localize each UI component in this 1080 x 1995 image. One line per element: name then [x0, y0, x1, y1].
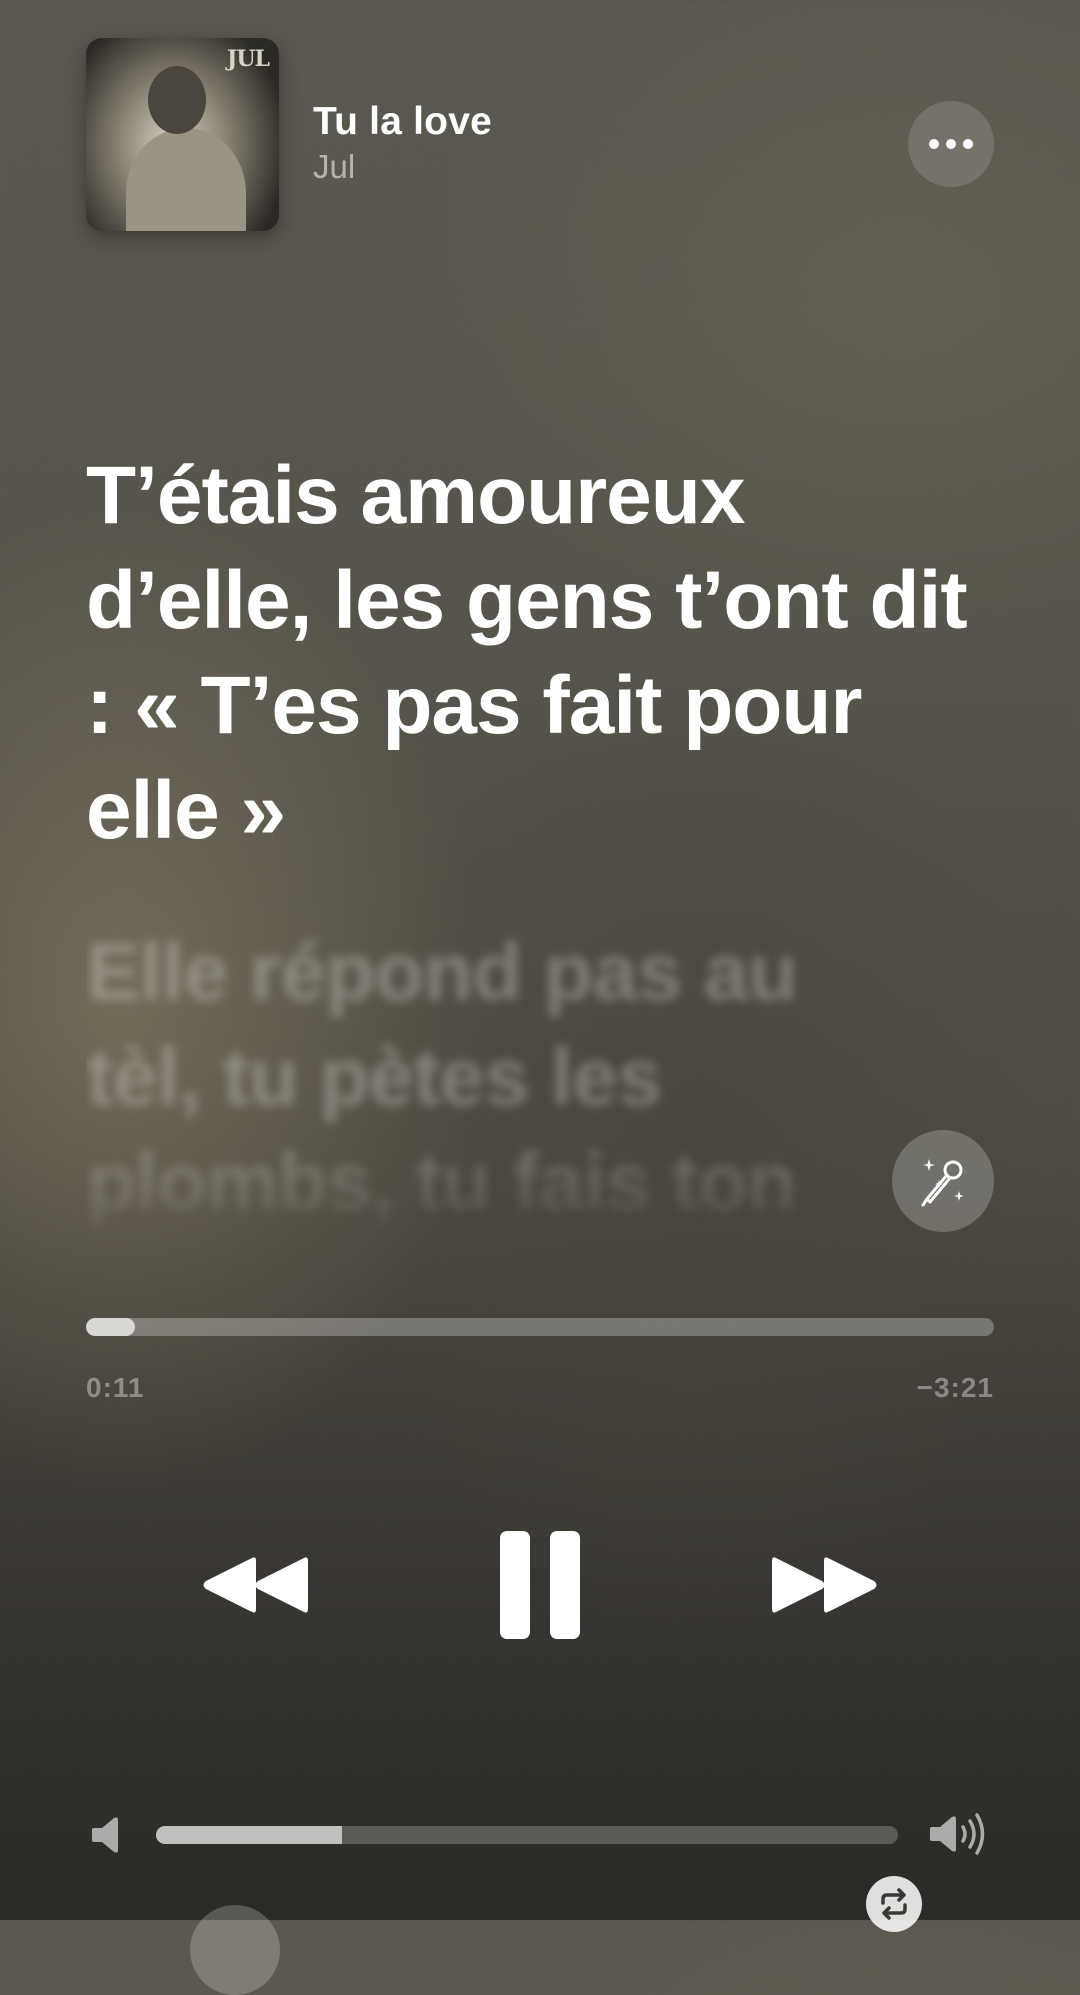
playback-progress-bar[interactable] — [86, 1318, 994, 1336]
ellipsis-icon-dot — [963, 139, 973, 149]
volume-slider[interactable] — [156, 1826, 898, 1844]
repeat-icon — [881, 1888, 907, 1920]
rewind-button[interactable] — [190, 1540, 320, 1630]
repeat-button[interactable] — [866, 1876, 922, 1932]
pause-button[interactable] — [488, 1527, 592, 1643]
speaker-low-icon — [92, 1817, 118, 1853]
song-title[interactable]: Tu la love — [313, 100, 492, 144]
sing-along-button[interactable] — [892, 1130, 994, 1232]
volume-max-button[interactable] — [930, 1812, 990, 1856]
ellipsis-icon — [929, 139, 939, 149]
playback-progress-fill — [86, 1318, 136, 1336]
ellipsis-icon-dot — [946, 139, 956, 149]
artist-name[interactable]: Jul — [313, 148, 355, 186]
fast-forward-icon — [772, 1557, 877, 1613]
elapsed-time: 0:11 — [86, 1372, 145, 1403]
album-artwork[interactable]: JUL — [86, 38, 279, 231]
fast-forward-button[interactable] — [760, 1540, 890, 1630]
microphone-sparkles-icon — [921, 1159, 964, 1207]
remaining-time: −3:21 — [916, 1372, 994, 1403]
volume-min-button[interactable] — [92, 1815, 122, 1855]
speaker-high-icon — [930, 1813, 985, 1855]
artwork-figure — [126, 128, 246, 231]
artwork-figure-head — [148, 66, 206, 134]
lyric-line-next[interactable]: Elle répond pas au tèl, tu pètes les plo… — [86, 920, 906, 1280]
pause-icon — [500, 1531, 580, 1639]
more-options-button[interactable] — [908, 101, 994, 187]
rewind-icon — [203, 1557, 308, 1613]
airplay-button[interactable] — [190, 1905, 280, 1995]
volume-slider-fill — [156, 1826, 342, 1844]
artwork-logo-text: JUL — [226, 46, 270, 72]
lyric-line-current[interactable]: T’étais amoureux d’elle, les gens t’ont … — [86, 443, 986, 863]
